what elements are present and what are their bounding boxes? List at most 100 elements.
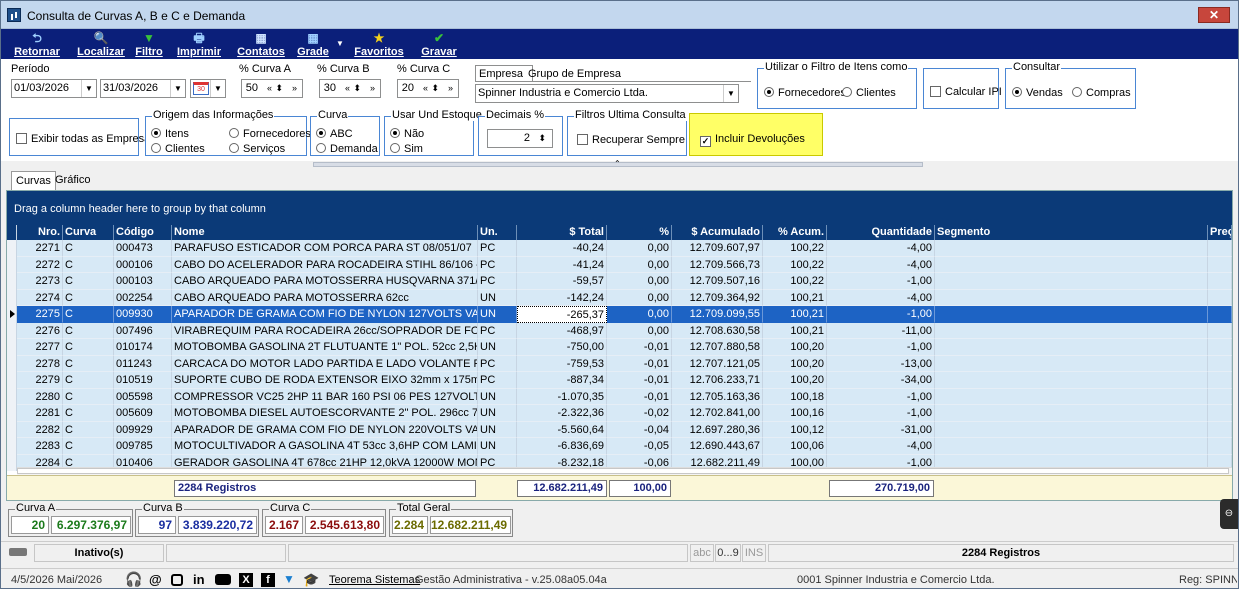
table-cell[interactable]: 12.690.443,67	[672, 438, 763, 455]
table-cell[interactable]: 12.709.607,97	[672, 240, 763, 257]
row-indicator[interactable]	[7, 322, 17, 339]
youtube-icon[interactable]	[215, 574, 231, 585]
table-cell[interactable]: 12.702.841,00	[672, 405, 763, 422]
table-cell[interactable]: 12.707.880,58	[672, 339, 763, 356]
table-cell[interactable]	[1208, 306, 1232, 323]
double-left-icon[interactable]: «	[345, 81, 350, 96]
horizontal-scrollbar[interactable]	[17, 467, 1232, 475]
radio-abc[interactable]: ABC	[316, 128, 353, 141]
table-cell[interactable]: -4,00	[827, 240, 935, 257]
table-cell[interactable]: -0,01	[607, 372, 672, 389]
table-cell[interactable]: MOTOCULTIVADOR A GASOLINA 4T 53cc 3,6HP …	[172, 438, 478, 455]
radio-vendas[interactable]: Vendas	[1012, 87, 1063, 100]
table-cell[interactable]: 12.709.566,73	[672, 256, 763, 273]
table-cell[interactable]: -4,00	[827, 438, 935, 455]
table-cell[interactable]: 100,22	[763, 273, 827, 290]
table-row[interactable]: 2274 C 002254 CABO ARQUEADO PARA MOTOSSERRA…	[7, 289, 1232, 306]
table-cell[interactable]	[935, 289, 1208, 306]
table-cell[interactable]: -1,00	[827, 388, 935, 405]
table-cell[interactable]: -1,00	[827, 273, 935, 290]
table-cell[interactable]: 100,22	[763, 256, 827, 273]
table-cell[interactable]	[1208, 322, 1232, 339]
table-cell[interactable]: C	[63, 339, 114, 356]
table-cell[interactable]: 0,00	[607, 306, 672, 323]
retornar-button[interactable]: ⮌ Retornar	[11, 29, 63, 59]
column-header[interactable]: % Acum.	[763, 225, 827, 240]
table-cell[interactable]: C	[63, 306, 114, 323]
table-cell[interactable]: C	[63, 355, 114, 372]
table-cell[interactable]: 005598	[114, 388, 172, 405]
table-cell[interactable]: 000103	[114, 273, 172, 290]
table-cell[interactable]: 100,21	[763, 306, 827, 323]
radio-sim[interactable]: Sim	[390, 143, 423, 156]
table-cell[interactable]: 002254	[114, 289, 172, 306]
table-cell[interactable]: 0,00	[607, 273, 672, 290]
row-indicator[interactable]	[7, 454, 17, 471]
table-cell[interactable]: APARADOR DE GRAMA COM FIO DE NYLON 127VO…	[172, 306, 478, 323]
table-row[interactable]: 2282 C 009929 APARADOR DE GRAMA COM FIO DE …	[7, 421, 1232, 438]
tab-curvas[interactable]: Curvas	[11, 171, 56, 190]
double-right-icon[interactable]: »	[448, 81, 453, 96]
table-cell[interactable]: -6.836,69	[517, 438, 607, 455]
double-right-icon[interactable]: »	[292, 81, 297, 96]
table-cell[interactable]: -41,24	[517, 256, 607, 273]
table-cell[interactable]: -759,53	[517, 355, 607, 372]
table-cell[interactable]: PC	[478, 256, 517, 273]
table-cell[interactable]: 009930	[114, 306, 172, 323]
table-cell[interactable]: 2279	[17, 372, 63, 389]
table-cell[interactable]: -0,04	[607, 421, 672, 438]
table-cell[interactable]: -1,00	[827, 306, 935, 323]
table-cell[interactable]: 2280	[17, 388, 63, 405]
row-indicator[interactable]	[7, 240, 17, 257]
table-cell[interactable]: C	[63, 421, 114, 438]
table-row[interactable]: 2272 C 000106 CABO DO ACELERADOR PARA ROCAD…	[7, 256, 1232, 273]
spin-updown-icon[interactable]: ⬍	[275, 81, 283, 96]
table-cell[interactable]: 2273	[17, 273, 63, 290]
table-cell[interactable]: -4,00	[827, 289, 935, 306]
table-cell[interactable]: 000106	[114, 256, 172, 273]
side-panel-toggle-icon[interactable]: ⊖	[1220, 499, 1238, 529]
double-left-icon[interactable]: «	[267, 81, 272, 96]
close-button[interactable]: ✕	[1198, 7, 1230, 23]
row-indicator[interactable]	[7, 289, 17, 306]
column-header[interactable]: $ Total	[517, 225, 607, 240]
table-cell[interactable]	[1208, 438, 1232, 455]
tab-grupo-empresa[interactable]: Grupo de Empresa	[525, 67, 624, 81]
table-cell[interactable]: 12.709.099,55	[672, 306, 763, 323]
table-cell[interactable]: 011243	[114, 355, 172, 372]
table-cell[interactable]: PARAFUSO ESTICADOR COM PORCA PARA ST 08/…	[172, 240, 478, 257]
table-cell[interactable]: PC	[478, 273, 517, 290]
radio-fornecedores[interactable]: Fornecedores	[764, 87, 846, 100]
table-cell[interactable]: MOTOBOMBA GASOLINA 2T FLUTUANTE 1" POL. …	[172, 339, 478, 356]
radio-clientes[interactable]: Clientes	[842, 87, 896, 100]
row-indicator[interactable]	[7, 355, 17, 372]
column-header[interactable]: Código	[114, 225, 172, 240]
table-cell[interactable]: -34,00	[827, 372, 935, 389]
table-cell[interactable]: 009785	[114, 438, 172, 455]
table-cell[interactable]: CABO DO ACELERADOR PARA ROCADEIRA STIHL …	[172, 256, 478, 273]
spin-updown-icon[interactable]: ⬍	[431, 81, 439, 96]
column-header[interactable]: $ Acumulado	[672, 225, 763, 240]
table-cell[interactable]: PC	[478, 322, 517, 339]
table-cell[interactable]: 2275	[17, 306, 63, 323]
table-cell[interactable]: UN	[478, 289, 517, 306]
table-cell[interactable]: UN	[478, 405, 517, 422]
table-cell[interactable]: 100,20	[763, 372, 827, 389]
graduation-cap-icon[interactable]: 🎓	[303, 572, 319, 588]
facebook-icon[interactable]: f	[261, 573, 275, 587]
panel-splitter[interactable]: ⌃	[1, 159, 1238, 168]
table-cell[interactable]	[935, 306, 1208, 323]
date-from-field[interactable]: 01/03/2026 ▼	[11, 79, 97, 98]
calcular-ipi-checkbox[interactable]: Calcular IPI	[930, 86, 1002, 99]
table-row[interactable]: 2273 C 000103 CABO ARQUEADO PARA MOTOSSERRA…	[7, 273, 1232, 290]
table-cell[interactable]: 12.697.280,36	[672, 421, 763, 438]
table-cell[interactable]	[1208, 273, 1232, 290]
table-cell[interactable]: -5.560,64	[517, 421, 607, 438]
chevron-down-icon[interactable]: ▼	[210, 80, 225, 97]
table-cell[interactable]: -0,01	[607, 355, 672, 372]
table-cell[interactable]: SUPORTE CUBO DE RODA EXTENSOR EIXO 32mm …	[172, 372, 478, 389]
instagram-icon[interactable]	[171, 574, 183, 586]
gravar-button[interactable]: ✔ Gravar	[419, 29, 459, 59]
recuperar-sempre-checkbox[interactable]: Recuperar Sempre	[577, 134, 685, 147]
table-cell[interactable]: 2277	[17, 339, 63, 356]
